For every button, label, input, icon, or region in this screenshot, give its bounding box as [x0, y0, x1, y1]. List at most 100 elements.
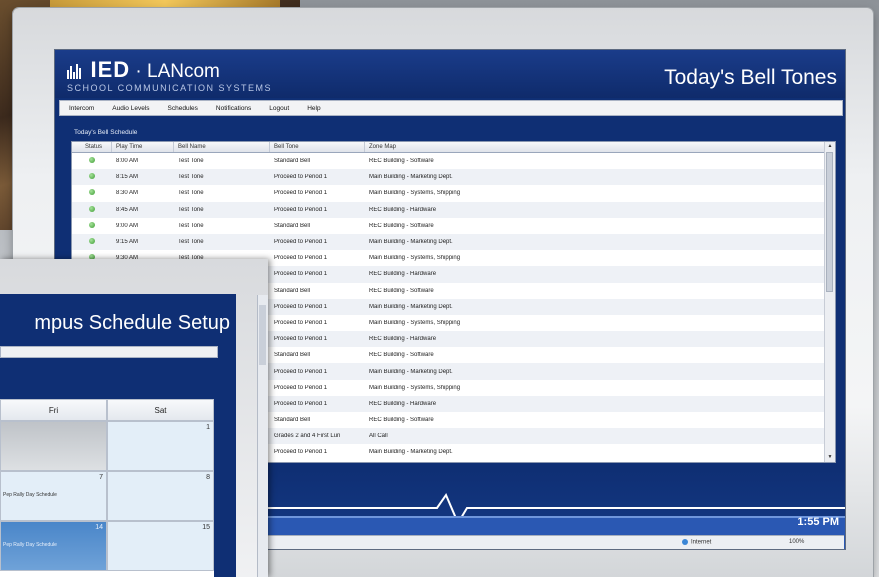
bell-name-cell: Test Tone — [178, 206, 204, 213]
campus-schedule-title: mpus Schedule Setup — [34, 312, 230, 334]
scroll-thumb[interactable] — [826, 152, 833, 292]
time-cell: 8:30 AM — [116, 190, 139, 197]
menu-item[interactable]: Audio Levels — [103, 105, 158, 112]
zone-map-cell: Main Building - Marketing Dept. — [369, 368, 453, 375]
status-ok-icon — [89, 157, 95, 164]
calendar-day-header: Fri — [0, 399, 107, 421]
column-header[interactable]: Bell Tone — [270, 142, 365, 152]
calendar-day-number: 15 — [202, 524, 210, 531]
column-header[interactable]: Bell Name — [174, 142, 270, 152]
zone-map-cell: Main Building - Systems, Shipping — [369, 255, 461, 262]
schedule-section-label: Today's Bell Schedule — [74, 129, 138, 136]
calendar-event[interactable]: Pep Rally Day Schedule — [3, 492, 57, 498]
column-header[interactable]: Play Time — [112, 142, 174, 152]
column-header[interactable]: Status — [72, 142, 112, 152]
bell-tone-cell: Proceed to Period 1 — [274, 449, 328, 456]
status-ok-icon — [89, 238, 95, 245]
zone-map-cell: Main Building - Systems, Shipping — [369, 319, 461, 326]
internet-zone: Internet — [682, 539, 711, 546]
menu-item[interactable]: Help — [298, 105, 329, 112]
table-row[interactable]: 9:15 AM Test Tone Proceed to Period 1 Main … — [72, 233, 825, 251]
calendar-day-cell[interactable]: 8 — [107, 471, 214, 521]
zone-map-cell: REC Building - Software — [369, 287, 434, 294]
brand-logo: IED · LANcom SCHOOL COMMUNICATION SYSTEM… — [67, 57, 272, 93]
calendar-day-number: 8 — [206, 474, 210, 481]
menu-bar: Intercom Audio Levels Schedules Notificatio… — [59, 100, 843, 116]
table-row[interactable]: 8:30 AM Test Tone Proceed to Period 1 Main … — [72, 185, 825, 201]
zone-map-cell: Main Building - Systems, Shipping — [369, 190, 461, 197]
menu-item[interactable]: Logout — [260, 105, 298, 112]
secondary-menu-bar — [0, 346, 218, 358]
bell-name-cell: Test Tone — [178, 239, 204, 246]
scroll-down-icon[interactable]: ▼ — [825, 453, 835, 462]
secondary-monitor: mpus Schedule Setup Fri Sat 1 7 Pep Rally D… — [0, 259, 268, 577]
time-cell: 8:15 AM — [116, 174, 139, 181]
zone-map-cell: REC Building - Hardware — [369, 400, 437, 407]
zone-map-cell: All Call — [369, 433, 388, 440]
calendar-day-cell[interactable] — [0, 421, 107, 471]
calendar-week: 7 Pep Rally Day Schedule 8 — [0, 471, 214, 521]
bell-name-cell: Test Tone — [178, 158, 204, 165]
calendar-day-cell[interactable]: 14 Pep Rally Day Schedule — [0, 521, 107, 571]
bell-tone-cell: Proceed to Period 1 — [274, 206, 328, 213]
bell-tone-cell: Proceed to Period 1 — [274, 190, 328, 197]
calendar-event[interactable]: Pep Rally Day Schedule — [3, 542, 57, 548]
zoom-level[interactable]: 100% — [789, 539, 804, 545]
bell-name-cell: Test Tone — [178, 174, 204, 181]
status-cell — [72, 189, 112, 197]
zone-map-cell: REC Building - Hardware — [369, 271, 437, 278]
bell-tone-cell: Proceed to Period 1 — [274, 400, 328, 407]
calendar-day-number: 1 — [206, 424, 210, 431]
campus-schedule-window: mpus Schedule Setup Fri Sat 1 7 Pep Rally D… — [0, 294, 236, 577]
table-row[interactable]: 9:00 AM Test Tone Standard Bell REC Buildin… — [72, 218, 825, 234]
bell-name-cell: Test Tone — [178, 222, 204, 229]
bell-tone-cell: Proceed to Period 1 — [274, 319, 328, 326]
bell-tone-cell: Proceed to Period 1 — [274, 303, 328, 310]
status-cell — [72, 238, 112, 246]
table-row[interactable]: 8:45 AM Test Tone Proceed to Period 1 REC B… — [72, 201, 825, 218]
status-cell — [72, 221, 112, 230]
app-header: IED · LANcom SCHOOL COMMUNICATION SYSTEM… — [55, 50, 845, 98]
bell-tone-cell: Proceed to Period 1 — [274, 336, 328, 343]
secondary-scroll-thumb[interactable] — [259, 305, 266, 365]
logo-tagline: SCHOOL COMMUNICATION SYSTEMS — [67, 83, 273, 93]
table-row[interactable]: 8:00 AM Test Tone Standard Bell REC Buildin… — [72, 153, 825, 169]
logo-wordmark: IED · LANcom — [90, 57, 220, 82]
calendar-day-cell[interactable]: 7 Pep Rally Day Schedule — [0, 471, 107, 521]
time-cell: 8:00 AM — [116, 158, 139, 165]
page-title: Today's Bell Tones — [664, 66, 837, 89]
zone-map-cell: REC Building - Hardware — [369, 336, 437, 343]
zone-map-cell: REC Building - Hardware — [369, 206, 437, 213]
grid-scrollbar[interactable]: ▲ ▼ — [824, 142, 835, 462]
logo-bars-icon — [67, 61, 82, 79]
status-cell — [72, 157, 112, 165]
menu-item[interactable]: Notifications — [207, 105, 260, 112]
column-header[interactable]: Zone Map — [365, 142, 835, 152]
bell-tone-cell: Proceed to Period 1 — [274, 368, 328, 375]
status-ok-icon — [89, 173, 95, 180]
bell-tone-cell: Proceed to Period 1 — [274, 384, 328, 391]
bell-tone-cell: Standard Bell — [274, 287, 311, 294]
bell-tone-cell: Standard Bell — [274, 222, 311, 229]
table-row[interactable]: 8:15 AM Test Tone Proceed to Period 1 Main … — [72, 169, 825, 186]
zone-map-cell: Main Building - Marketing Dept. — [369, 174, 453, 181]
zone-map-cell: REC Building - Software — [369, 158, 434, 165]
time-cell: 8:45 AM — [116, 206, 139, 213]
bell-tone-cell: Grades 2 and 4 First Lun — [274, 433, 341, 440]
zone-map-cell: REC Building - Software — [369, 222, 434, 229]
calendar-day-cell[interactable]: 1 — [107, 421, 214, 471]
grid-header: Status Play Time Bell Name Bell Tone Zone Ma… — [72, 142, 835, 153]
status-cell — [72, 173, 112, 181]
secondary-scrollbar[interactable] — [257, 295, 268, 577]
calendar-day-header: Sat — [107, 399, 214, 421]
menu-item[interactable]: Intercom — [60, 105, 103, 112]
zone-map-cell: REC Building - Software — [369, 352, 434, 359]
calendar-day-cell[interactable]: 15 — [107, 521, 214, 571]
scroll-up-icon[interactable]: ▲ — [825, 142, 835, 151]
bell-tone-cell: Proceed to Period 1 — [274, 271, 328, 278]
menu-item[interactable]: Schedules — [159, 105, 207, 112]
zone-map-cell: REC Building - Software — [369, 417, 434, 424]
globe-icon — [682, 539, 688, 545]
time-cell: 9:15 AM — [116, 239, 139, 246]
status-ok-icon — [89, 189, 95, 196]
